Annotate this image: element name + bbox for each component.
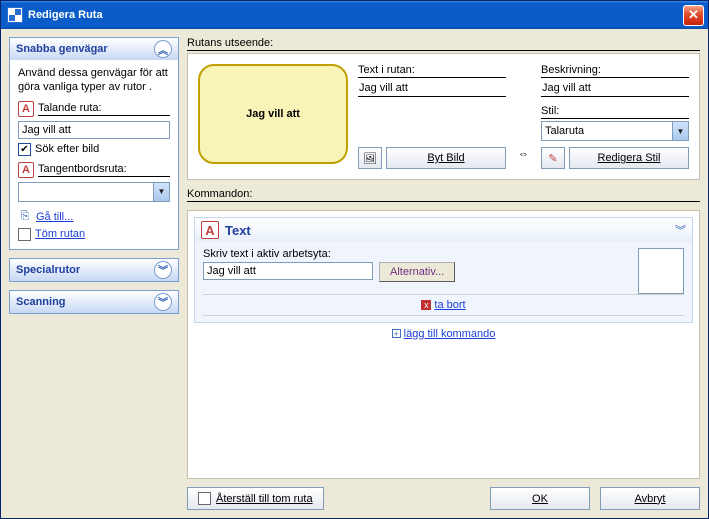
ok-button[interactable]: OK bbox=[490, 487, 590, 510]
keyboard-cell-combo[interactable]: ▼ bbox=[18, 182, 170, 202]
command-preview-box bbox=[638, 248, 684, 294]
search-image-checkbox[interactable]: ✔ bbox=[18, 143, 31, 156]
image-icon: 🖼 bbox=[363, 152, 377, 165]
style-label: Stil: bbox=[541, 105, 689, 119]
titlebar: Redigera Ruta ✕ bbox=[1, 1, 708, 29]
panel-special: Specialrutor ︾ bbox=[9, 258, 179, 282]
panel-shortcuts-header[interactable]: Snabba genvägar ︽ bbox=[10, 38, 178, 60]
talking-cell-input[interactable] bbox=[18, 121, 170, 139]
change-image-button[interactable]: Byt Bild bbox=[386, 147, 506, 169]
add-command-link[interactable]: lägg till kommando bbox=[404, 328, 496, 340]
command-text-body: Skriv text i aktiv arbetsyta: Alternativ… bbox=[195, 242, 692, 322]
keyboard-cell-label: Tangentbordsruta: bbox=[38, 163, 170, 177]
remove-link[interactable]: ta bort bbox=[434, 299, 465, 311]
text-in-cell-label: Text i rutan: bbox=[358, 64, 506, 78]
text-in-cell-input[interactable] bbox=[358, 80, 506, 97]
alternatives-button[interactable]: Alternativ... bbox=[379, 262, 455, 282]
add-command-row: +lägg till kommando bbox=[194, 323, 693, 342]
empty-cell-icon bbox=[18, 228, 31, 241]
panel-scanning-title: Scanning bbox=[16, 296, 66, 308]
text-command-icon: A bbox=[201, 221, 219, 239]
panel-shortcuts-body: Använd dessa genvägar för att göra vanli… bbox=[10, 60, 178, 249]
chevron-down-icon: ▼ bbox=[672, 122, 688, 140]
reset-button[interactable]: Återställ till tom ruta bbox=[187, 487, 324, 510]
command-text-panel: A Text ︾ Skriv text i aktiv arbetsyta: A… bbox=[194, 217, 693, 323]
command-title: Text bbox=[225, 223, 251, 238]
plus-icon: + bbox=[392, 329, 401, 338]
cell-preview-text: Jag vill att bbox=[246, 108, 300, 120]
description-input[interactable] bbox=[541, 80, 689, 97]
panel-shortcuts-title: Snabba genvägar bbox=[16, 43, 108, 55]
cell-preview: Jag vill att bbox=[198, 64, 348, 164]
window-title: Redigera Ruta bbox=[28, 9, 683, 21]
commands-box: A Text ︾ Skriv text i aktiv arbetsyta: A… bbox=[187, 210, 700, 479]
expand-icon[interactable]: ︾ bbox=[675, 222, 686, 238]
keyboard-cell-icon: A bbox=[18, 162, 34, 178]
description-label: Beskrivning: bbox=[541, 64, 689, 78]
talking-cell-label: Talande ruta: bbox=[38, 102, 170, 116]
expand-icon[interactable]: ︾ bbox=[154, 261, 172, 279]
app-icon bbox=[7, 7, 23, 23]
panel-scanning: Scanning ︾ bbox=[9, 290, 179, 314]
expand-icon[interactable]: ︾ bbox=[154, 293, 172, 311]
edit-cell-dialog: Redigera Ruta ✕ Snabba genvägar ︽ Använd… bbox=[0, 0, 709, 519]
goto-icon: ⎘ bbox=[18, 210, 32, 224]
edit-style-button[interactable]: Redigera Stil bbox=[569, 147, 689, 169]
reset-icon bbox=[198, 492, 211, 505]
panel-special-header[interactable]: Specialrutor ︾ bbox=[10, 259, 178, 281]
commands-section-label: Kommandon: bbox=[187, 188, 700, 202]
shortcuts-description: Använd dessa genvägar för att göra vanli… bbox=[18, 66, 170, 95]
panel-shortcuts: Snabba genvägar ︽ Använd dessa genvägar … bbox=[9, 37, 179, 250]
talking-cell-icon: A bbox=[18, 101, 34, 117]
write-text-label: Skriv text i aktiv arbetsyta: bbox=[203, 248, 684, 260]
close-button[interactable]: ✕ bbox=[683, 5, 704, 26]
main-area: Rutans utseende: Jag vill att Text i rut… bbox=[187, 37, 700, 510]
panel-special-title: Specialrutor bbox=[16, 264, 80, 276]
style-combo[interactable]: Talaruta ▼ bbox=[541, 121, 689, 141]
appearance-box: Jag vill att Text i rutan: 🖼 Byt Bild ⇔ … bbox=[187, 53, 700, 180]
goto-link[interactable]: Gå till... bbox=[36, 211, 73, 223]
style-edit-icon-button[interactable]: ✎ bbox=[541, 147, 565, 169]
collapse-icon[interactable]: ︽ bbox=[154, 40, 172, 58]
sidebar: Snabba genvägar ︽ Använd dessa genvägar … bbox=[9, 37, 179, 510]
dialog-footer: Återställ till tom ruta OK Avbryt bbox=[187, 487, 700, 510]
search-image-label: Sök efter bild bbox=[35, 143, 99, 155]
panel-scanning-header[interactable]: Scanning ︾ bbox=[10, 291, 178, 313]
cancel-button[interactable]: Avbryt bbox=[600, 487, 700, 510]
link-arrow-icon: ⇔ bbox=[518, 148, 529, 160]
command-text-header[interactable]: A Text ︾ bbox=[195, 218, 692, 242]
pencil-icon: ✎ bbox=[548, 152, 557, 165]
remove-row: xta bort bbox=[203, 294, 684, 316]
remove-icon: x bbox=[421, 300, 431, 310]
image-picker-button[interactable]: 🖼 bbox=[358, 147, 382, 169]
style-value: Talaruta bbox=[542, 125, 672, 137]
chevron-down-icon: ▼ bbox=[153, 183, 169, 201]
appearance-section-label: Rutans utseende: bbox=[187, 37, 700, 51]
write-text-input[interactable] bbox=[203, 262, 373, 280]
dialog-body: Snabba genvägar ︽ Använd dessa genvägar … bbox=[1, 29, 708, 518]
empty-cell-link[interactable]: Töm rutan bbox=[35, 228, 85, 240]
